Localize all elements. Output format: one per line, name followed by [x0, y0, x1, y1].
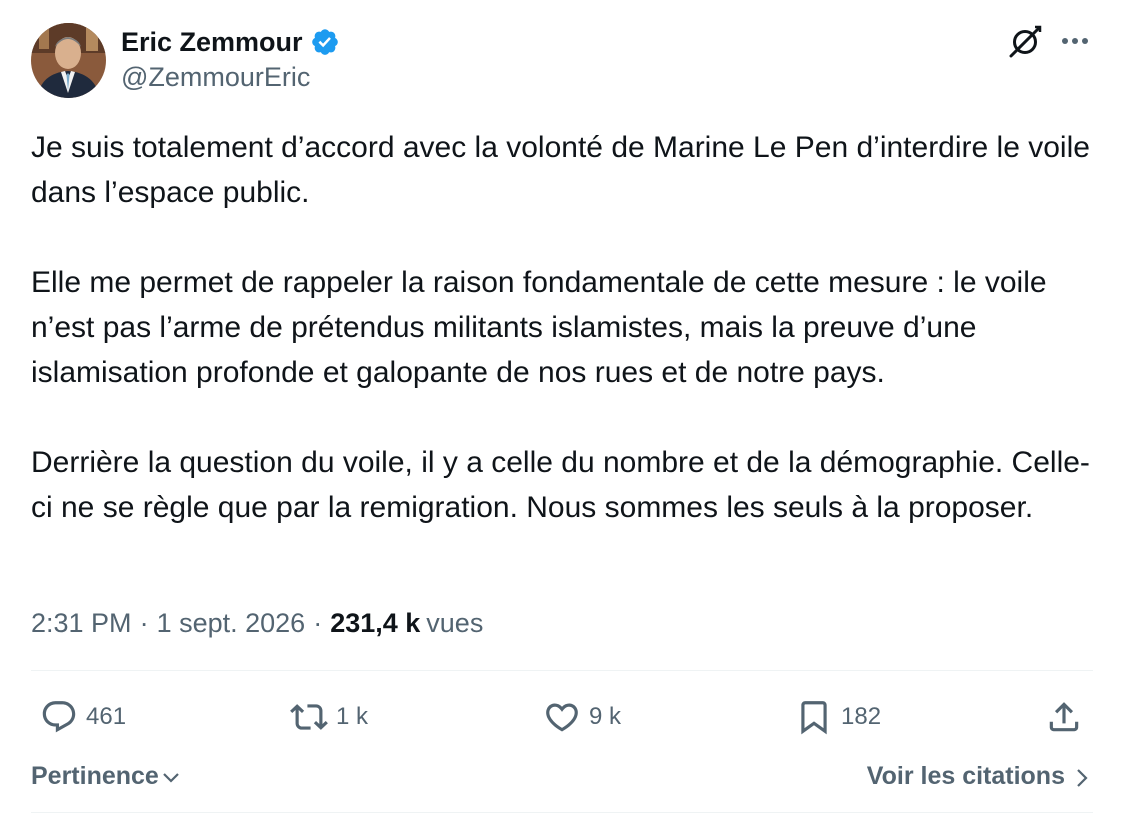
tweet-date[interactable]: 1 sept. 2026: [157, 608, 306, 639]
tweet-meta: 2:31 PM · 1 sept. 2026 · 231,4 k vues: [31, 603, 483, 643]
tweet-paragraph: Derrière la question du voile, il y a ce…: [31, 446, 1090, 524]
chevron-right-icon: [1077, 768, 1088, 787]
bookmark-count: 182: [841, 703, 882, 730]
sort-dropdown[interactable]: Pertinence: [31, 757, 181, 795]
repost-icon: [290, 704, 328, 730]
divider: [31, 670, 1093, 671]
tweet-paragraph: Elle me permet de rappeler la raison fon…: [31, 266, 1047, 389]
divider: [31, 812, 1093, 813]
bookmark-icon: [801, 701, 827, 735]
tweet-text: Je suis totalement d’accord avec la volo…: [31, 125, 1101, 530]
tweet-paragraph: Je suis totalement d’accord avec la volo…: [31, 131, 1090, 209]
tweet-time[interactable]: 2:31 PM: [31, 608, 132, 639]
meta-separator: ·: [139, 607, 149, 638]
author-avatar[interactable]: [31, 23, 106, 98]
like-button[interactable]: 9 k: [543, 695, 621, 739]
reply-icon: [42, 701, 76, 733]
views-count[interactable]: 231,4 k: [330, 608, 420, 639]
meta-separator: ·: [313, 607, 323, 638]
bookmark-button[interactable]: 182: [795, 695, 881, 739]
reply-count: 461: [86, 703, 127, 730]
author-name[interactable]: Eric Zemmour: [121, 27, 303, 58]
view-quotes-link[interactable]: Voir les citations: [867, 757, 1093, 795]
heart-icon: [546, 703, 578, 732]
tweet-card: Eric Zemmour @ZemmourEric Je suis totale…: [0, 0, 1123, 815]
sort-label: Pertinence: [31, 761, 159, 790]
avatar-image: [31, 23, 106, 98]
share-icon: [1049, 702, 1079, 732]
share-button[interactable]: [1045, 695, 1083, 739]
author-name-row: Eric Zemmour: [121, 25, 340, 59]
like-count: 9 k: [589, 703, 622, 730]
view-quotes-label: Voir les citations: [866, 761, 1065, 790]
chevron-down-icon: [163, 773, 179, 783]
reply-button[interactable]: 461: [40, 695, 126, 739]
repost-count: 1 k: [336, 703, 369, 730]
grok-icon[interactable]: [1006, 23, 1044, 61]
more-icon[interactable]: [1057, 28, 1093, 54]
author-handle[interactable]: @ZemmourEric: [121, 62, 310, 93]
views-label: vues: [426, 607, 484, 638]
repost-button[interactable]: 1 k: [290, 695, 368, 739]
verified-badge-icon: [310, 27, 340, 57]
